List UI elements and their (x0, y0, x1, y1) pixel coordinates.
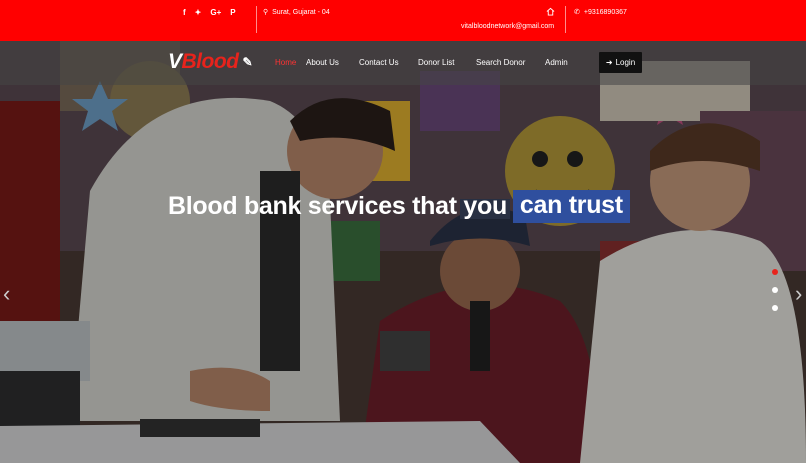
social-links: f ✦ G+ P (183, 8, 236, 17)
facebook-icon[interactable]: f (183, 8, 186, 17)
hero-headline: Blood bank services that you can trust (168, 190, 630, 223)
syringe-icon: ✎ (242, 55, 253, 69)
site-logo[interactable]: V Blood ✎ (168, 50, 253, 74)
next-slide-arrow[interactable]: › (795, 283, 802, 305)
prev-slide-arrow[interactable]: ‹ (3, 283, 10, 305)
nav-item-admin[interactable]: Admin (545, 58, 568, 67)
nav-item-donor-list[interactable]: Donor List (418, 58, 454, 67)
logo-prefix: V (168, 50, 182, 73)
nav-item-contact-us[interactable]: Contact Us (359, 58, 399, 67)
slide-dot-1[interactable] (772, 269, 778, 275)
slide-dot-3[interactable] (772, 305, 778, 311)
divider (256, 6, 257, 33)
headline-main: Blood bank services that you (168, 192, 507, 220)
sign-in-icon: ➜ (605, 58, 613, 67)
home-icon (546, 7, 555, 16)
phone-number[interactable]: +9316890367 (584, 9, 627, 16)
phone: ✆ +9316890367 (574, 8, 627, 17)
hero-slider (0, 41, 806, 463)
nav-item-about-us[interactable]: About Us (306, 58, 339, 67)
logo-suffix: Blood (181, 50, 239, 73)
phone-icon: ✆ (574, 9, 580, 16)
email-link[interactable]: vitalbloodnetwork@gmail.com (461, 23, 554, 30)
address: ⚲ Surat, Gujarat - 04 (263, 8, 330, 17)
map-marker-icon: ⚲ (263, 9, 269, 16)
pinterest-icon[interactable]: P (230, 8, 235, 17)
login-button[interactable]: ➜ Login (599, 52, 642, 73)
navbar (0, 41, 806, 85)
headline-highlight: can trust (512, 190, 630, 223)
google-plus-icon[interactable]: G+ (210, 8, 221, 17)
slide-dot-2[interactable] (772, 287, 778, 293)
login-label: Login (615, 58, 636, 67)
address-text: Surat, Gujarat - 04 (272, 8, 330, 16)
top-contact-bar: f ✦ G+ P ⚲ Surat, Gujarat - 04 vitalbloo… (0, 0, 806, 41)
hero-background-image (0, 41, 806, 463)
nav-item-search-donor[interactable]: Search Donor (476, 58, 525, 67)
twitter-icon[interactable]: ✦ (195, 8, 202, 17)
divider (565, 6, 566, 33)
nav-item-home[interactable]: Home (275, 58, 296, 67)
